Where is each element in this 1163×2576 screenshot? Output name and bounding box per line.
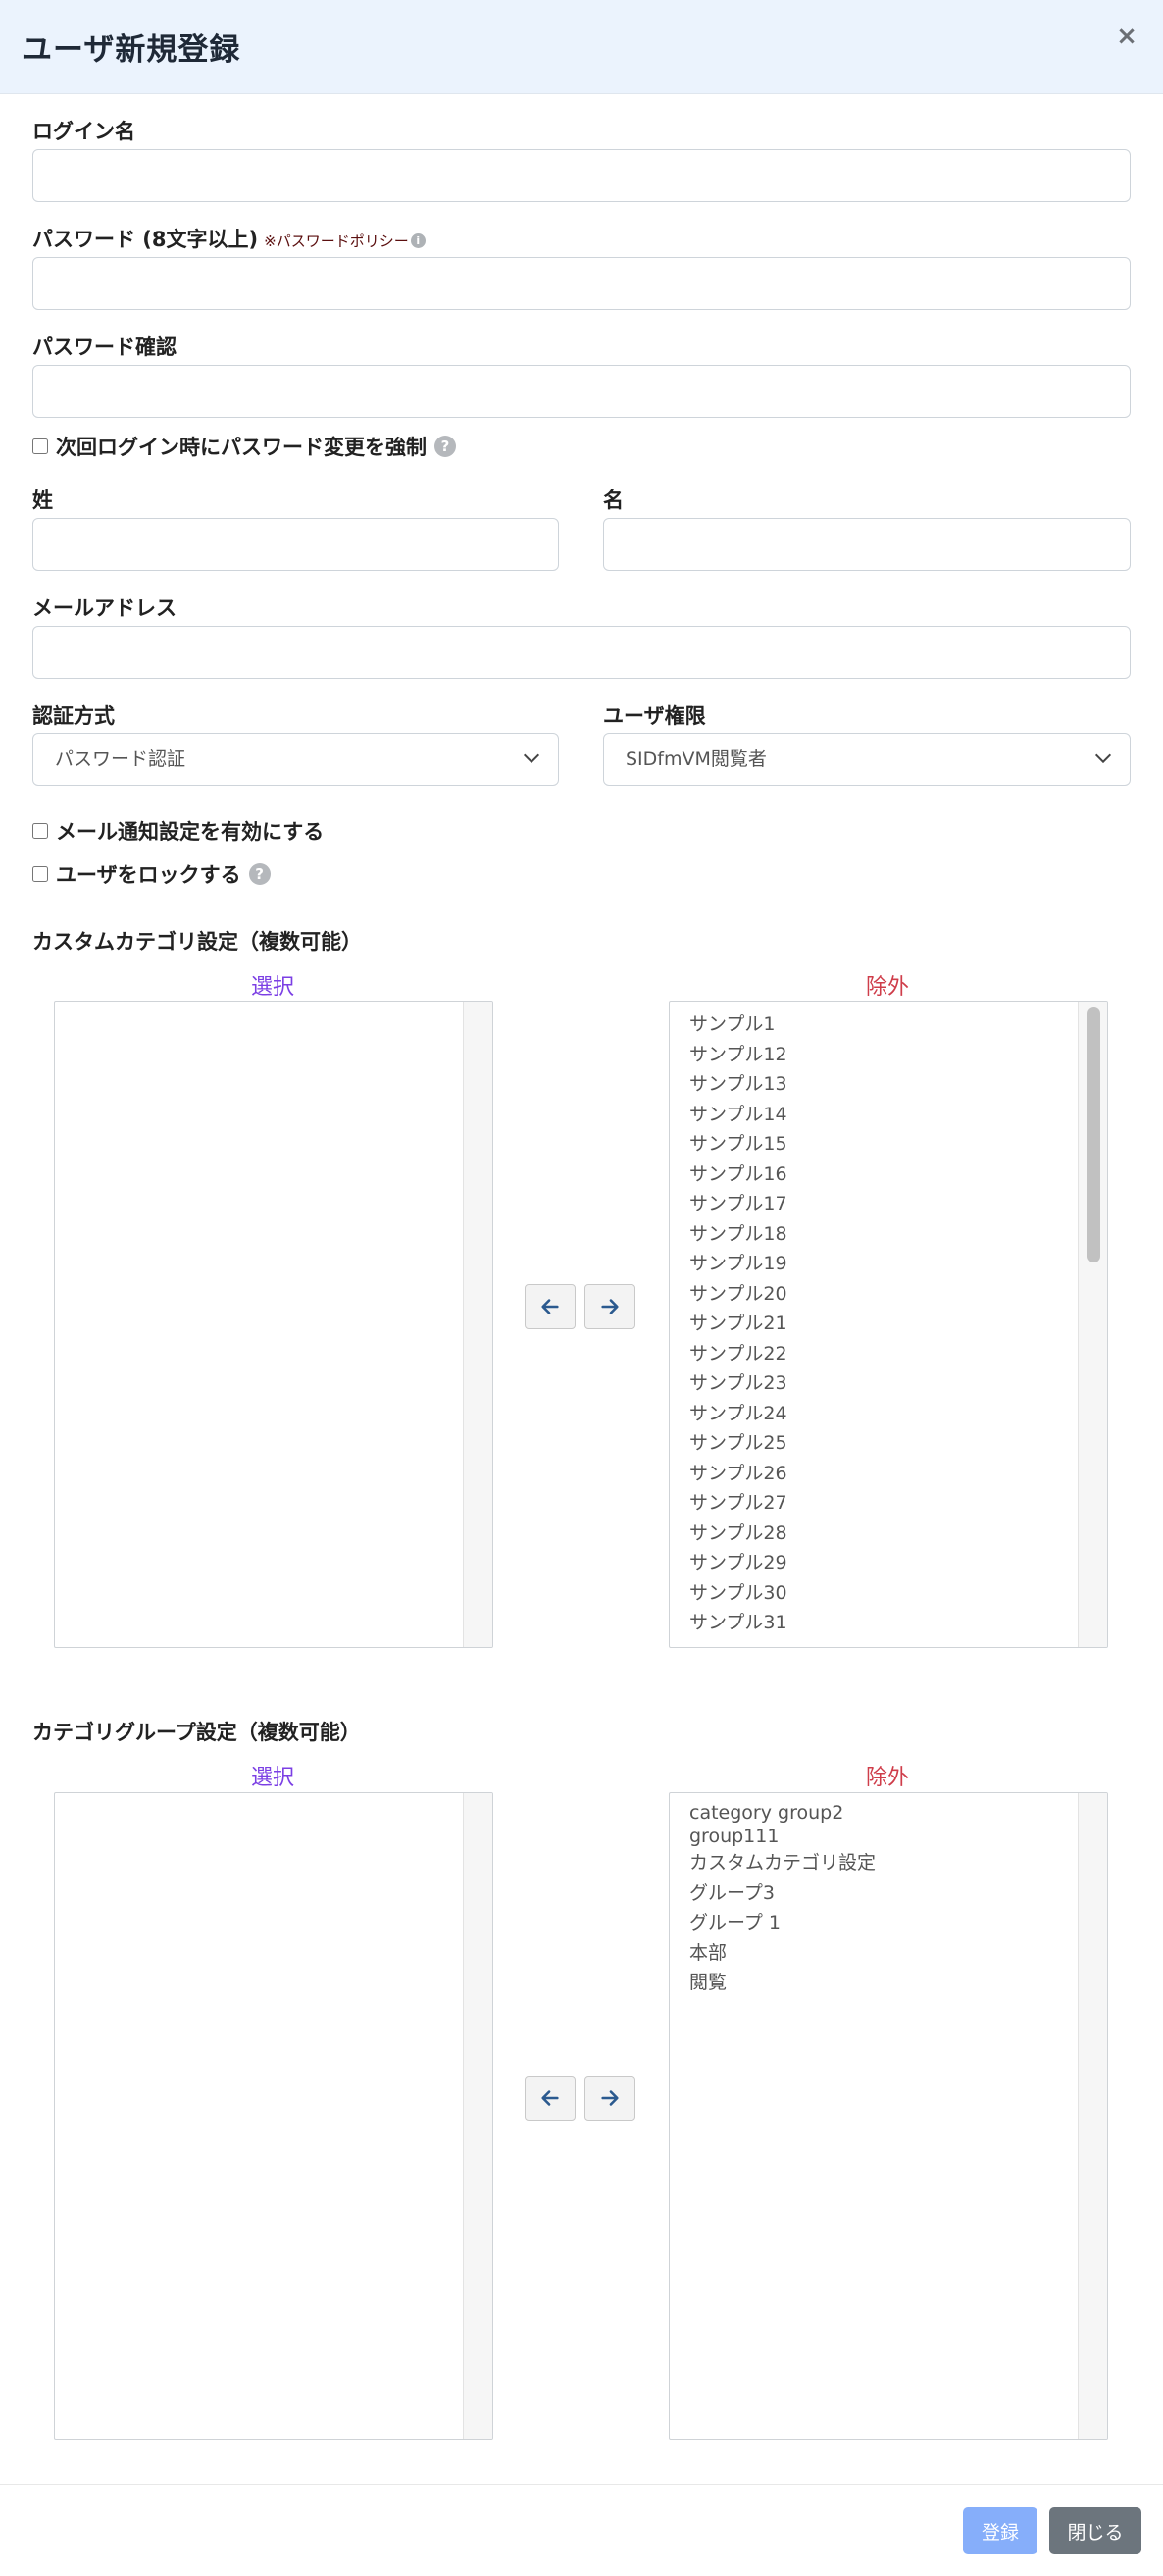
- info-icon[interactable]: i: [410, 232, 426, 248]
- list-item[interactable]: サンプル28: [689, 1519, 1068, 1549]
- email-label: メールアドレス: [32, 596, 177, 620]
- arrow-left-icon: [541, 2090, 559, 2106]
- scrollbar[interactable]: [1078, 1793, 1107, 2439]
- list-item[interactable]: サンプル27: [689, 1488, 1068, 1519]
- last-name-label: 姓: [32, 489, 53, 512]
- scrollbar[interactable]: [463, 1793, 492, 2439]
- footer-divider: [0, 2484, 1163, 2485]
- scrollbar[interactable]: [463, 1002, 492, 1647]
- close-icon[interactable]: ×: [1110, 20, 1143, 53]
- login-name-input[interactable]: [32, 149, 1131, 202]
- category-group-excluded-items: category group2 group111 カスタムカテゴリ設定 グループ3 グル…: [689, 1801, 1068, 1998]
- list-item[interactable]: サンプル14: [689, 1100, 1068, 1130]
- list-item[interactable]: カスタムカテゴリ設定: [689, 1848, 1068, 1879]
- user-registration-modal: ユーザ新規登録 × ログイン名 パスワード (8文字以上) ※パスワードポリシー i…: [0, 0, 1163, 2576]
- list-item[interactable]: 本部: [689, 1938, 1068, 1969]
- auth-method-value: パスワード認証: [55, 748, 186, 770]
- list-item[interactable]: サンプル25: [689, 1428, 1068, 1459]
- list-item[interactable]: 閲覧: [689, 1968, 1068, 1998]
- list-item[interactable]: category group2: [689, 1801, 1068, 1825]
- category-group-selected-list[interactable]: [54, 1792, 493, 2440]
- chevron-down-icon: [523, 753, 540, 764]
- force-change-row[interactable]: 次回ログイン時にパスワード変更を強制 ?: [32, 432, 456, 461]
- auth-method-label: 認証方式: [32, 704, 115, 728]
- scrollbar-thumb[interactable]: [1087, 1007, 1100, 1262]
- custom-category-title: カスタムカテゴリ設定（複数可能）: [32, 930, 362, 953]
- list-item[interactable]: サンプル26: [689, 1459, 1068, 1489]
- password-label-text: パスワード (8文字以上): [32, 228, 259, 251]
- list-item[interactable]: サンプル18: [689, 1219, 1068, 1250]
- chevron-down-icon: [1094, 753, 1112, 764]
- force-change-label: 次回ログイン時にパスワード変更を強制: [56, 436, 427, 459]
- list-item[interactable]: サンプル31: [689, 1608, 1068, 1638]
- arrow-right-icon: [601, 2090, 619, 2106]
- list-item[interactable]: サンプル19: [689, 1249, 1068, 1279]
- custom-category-excluded-items: サンプル1 サンプル12 サンプル13 サンプル14 サンプル15 サンプル16 サンプル1…: [689, 1009, 1068, 1638]
- password-policy-link[interactable]: ※パスワードポリシー: [264, 232, 409, 250]
- auth-method-select[interactable]: パスワード認証: [32, 733, 559, 786]
- list-item[interactable]: サンプル30: [689, 1578, 1068, 1609]
- force-change-checkbox[interactable]: [32, 438, 48, 454]
- category-group-excluded-heading: 除外: [865, 1766, 909, 1790]
- custom-category-selected-heading: 選択: [250, 975, 294, 1000]
- user-role-value: SIDfmVM閲覧者: [626, 748, 767, 770]
- list-item[interactable]: サンプル12: [689, 1040, 1068, 1070]
- scrollbar[interactable]: [1078, 1002, 1107, 1647]
- email-input[interactable]: [32, 626, 1131, 679]
- password-label: パスワード (8文字以上) ※パスワードポリシー i: [32, 224, 426, 253]
- arrow-right-icon: [601, 1299, 619, 1314]
- first-name-label: 名: [603, 489, 624, 512]
- modal-header: ユーザ新規登録 ×: [0, 0, 1163, 94]
- arrow-left-icon: [541, 1299, 559, 1314]
- list-item[interactable]: サンプル16: [689, 1159, 1068, 1190]
- list-item[interactable]: サンプル23: [689, 1368, 1068, 1399]
- move-left-button[interactable]: [525, 1284, 576, 1329]
- category-group-excluded-list[interactable]: category group2 group111 カスタムカテゴリ設定 グループ3 グル…: [669, 1792, 1108, 2440]
- lock-user-label: ユーザをロックする: [56, 863, 241, 887]
- list-item[interactable]: サンプル21: [689, 1309, 1068, 1339]
- first-name-input[interactable]: [603, 518, 1131, 571]
- mail-notify-row[interactable]: メール通知設定を有効にする: [32, 816, 324, 846]
- list-item[interactable]: サンプル29: [689, 1548, 1068, 1578]
- list-item[interactable]: サンプル20: [689, 1279, 1068, 1310]
- last-name-input[interactable]: [32, 518, 559, 571]
- password-confirm-input[interactable]: [32, 365, 1131, 418]
- close-button[interactable]: 閉じる: [1049, 2507, 1141, 2554]
- user-role-label: ユーザ権限: [603, 704, 706, 728]
- modal-title: ユーザ新規登録: [22, 32, 241, 68]
- category-group-title: カテゴリグループ設定（複数可能）: [32, 1721, 361, 1744]
- category-group-selected-heading: 選択: [250, 1766, 294, 1790]
- move-right-button[interactable]: [584, 1284, 635, 1329]
- list-item[interactable]: サンプル17: [689, 1189, 1068, 1219]
- move-right-button[interactable]: [584, 2076, 635, 2121]
- lock-user-checkbox[interactable]: [32, 866, 48, 882]
- list-item[interactable]: サンプル13: [689, 1069, 1068, 1100]
- custom-category-selected-list[interactable]: [54, 1001, 493, 1648]
- list-item[interactable]: サンプル1: [689, 1009, 1068, 1040]
- register-button[interactable]: 登録: [963, 2507, 1037, 2554]
- list-item[interactable]: サンプル24: [689, 1399, 1068, 1429]
- help-icon[interactable]: ?: [434, 436, 456, 457]
- mail-notify-checkbox[interactable]: [32, 823, 48, 839]
- move-left-button[interactable]: [525, 2076, 576, 2121]
- password-input[interactable]: [32, 257, 1131, 310]
- user-role-select[interactable]: SIDfmVM閲覧者: [603, 733, 1131, 786]
- custom-category-excluded-heading: 除外: [865, 975, 909, 1000]
- list-item[interactable]: group111: [689, 1825, 1068, 1848]
- help-icon[interactable]: ?: [248, 863, 271, 885]
- list-item[interactable]: サンプル22: [689, 1339, 1068, 1369]
- lock-user-row[interactable]: ユーザをロックする ?: [32, 859, 271, 889]
- login-name-label: ログイン名: [32, 120, 135, 143]
- password-confirm-label: パスワード確認: [32, 335, 177, 359]
- list-item[interactable]: グループ3: [689, 1879, 1068, 1909]
- custom-category-excluded-list[interactable]: サンプル1 サンプル12 サンプル13 サンプル14 サンプル15 サンプル16 サンプル1…: [669, 1001, 1108, 1648]
- list-item[interactable]: サンプル15: [689, 1129, 1068, 1159]
- mail-notify-label: メール通知設定を有効にする: [56, 820, 325, 844]
- list-item[interactable]: グループ 1: [689, 1908, 1068, 1938]
